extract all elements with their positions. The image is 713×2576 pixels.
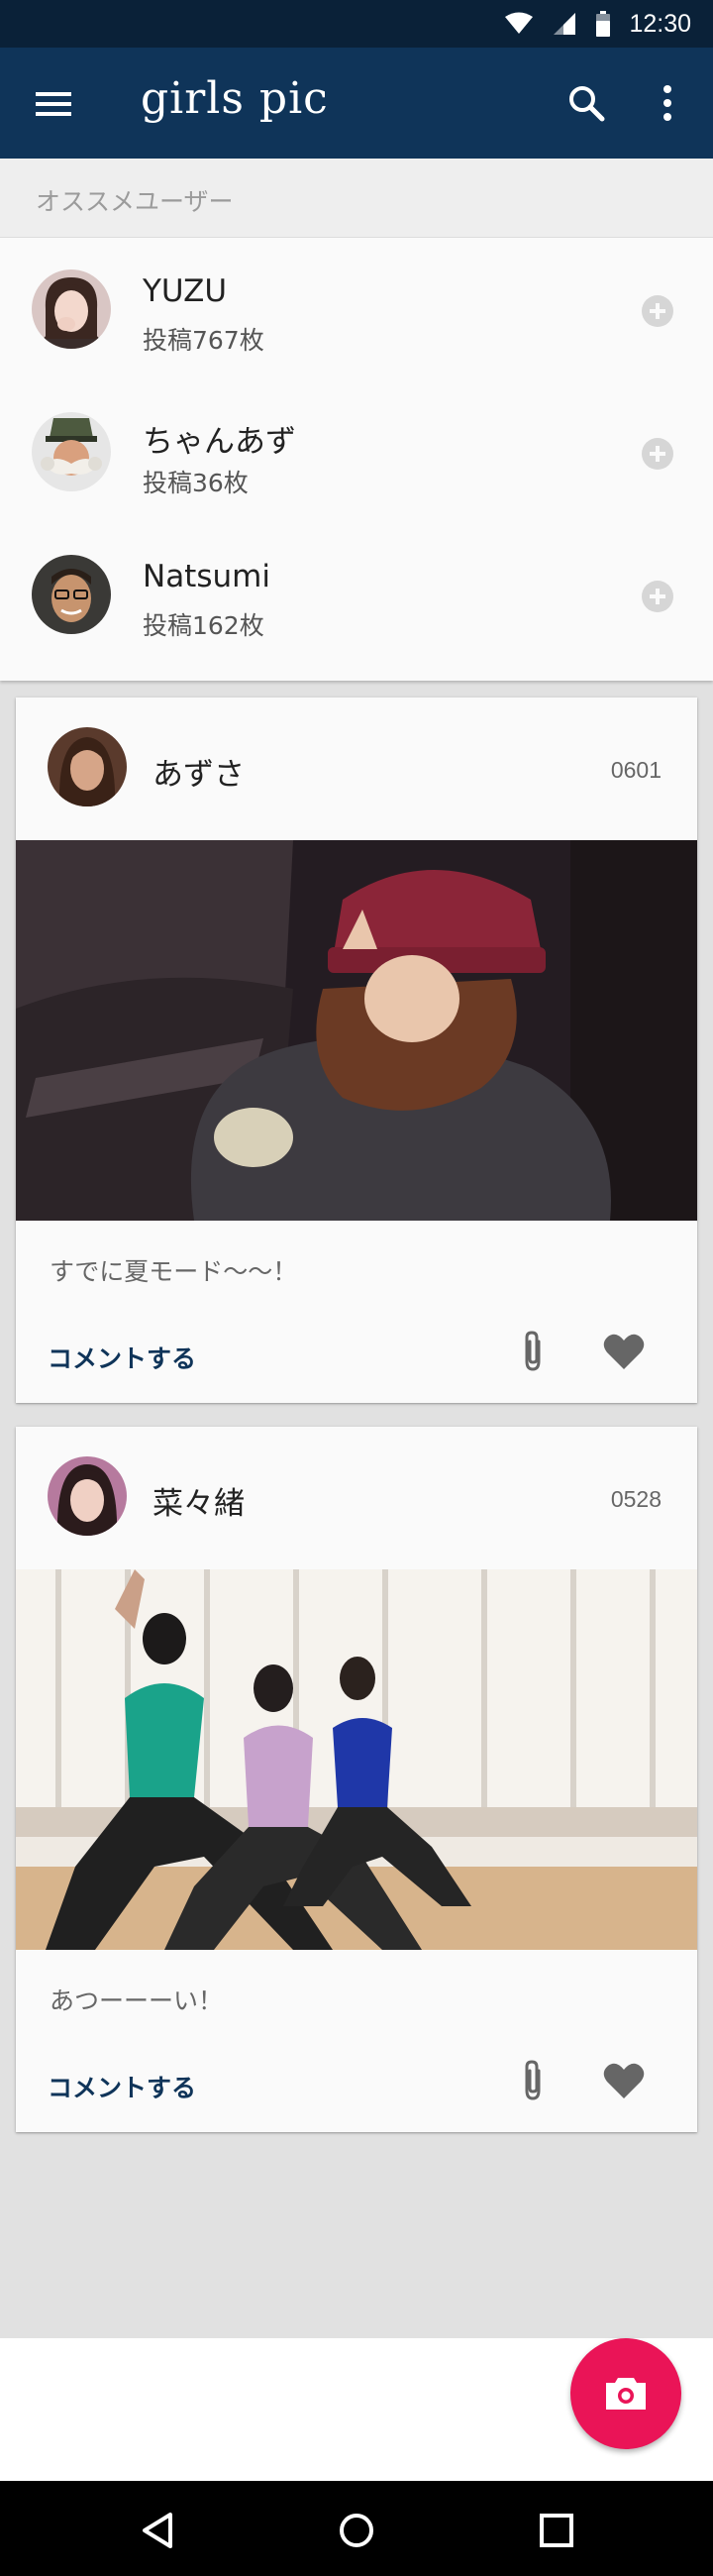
comment-link[interactable]: コメントする bbox=[48, 2069, 196, 2104]
heart-icon[interactable] bbox=[602, 1332, 646, 1371]
app-title: girls pic bbox=[141, 73, 329, 124]
post-card: あずさ 0601 すでに夏モード〜〜！ コメントする bbox=[16, 698, 697, 1403]
comment-link[interactable]: コメントする bbox=[48, 1340, 196, 1375]
attachment-icon[interactable] bbox=[515, 1328, 551, 1375]
recents-icon[interactable] bbox=[537, 2511, 576, 2550]
camera-icon bbox=[606, 2378, 646, 2410]
post-caption: すでに夏モード〜〜！ bbox=[50, 1257, 298, 1286]
battery-icon bbox=[596, 11, 611, 37]
recommended-user-yuzu[interactable]: YUZU 投稿767枚 bbox=[0, 238, 713, 380]
user-post-count: 投稿162枚 bbox=[143, 611, 264, 640]
back-icon[interactable] bbox=[139, 2511, 178, 2550]
post-date: 0528 bbox=[610, 1486, 662, 1512]
heart-icon[interactable] bbox=[602, 2061, 646, 2100]
user-name: Natsumi bbox=[143, 559, 270, 594]
search-icon[interactable] bbox=[562, 79, 610, 127]
recommended-user-list: YUZU 投稿767枚 ちゃんあず 投稿36枚 Natsumi 投稿162枚 bbox=[0, 238, 713, 681]
avatar bbox=[32, 412, 111, 491]
post-user-name[interactable]: 菜々緒 bbox=[153, 1478, 245, 1523]
add-circle-icon[interactable] bbox=[642, 295, 673, 327]
home-icon[interactable] bbox=[337, 2511, 376, 2550]
system-nav-bar bbox=[0, 2481, 713, 2576]
user-post-count: 投稿36枚 bbox=[143, 469, 249, 497]
menu-icon[interactable] bbox=[32, 84, 79, 124]
post-caption: あつーーーい！ bbox=[50, 1986, 224, 2015]
post-date: 0601 bbox=[610, 757, 662, 783]
add-circle-icon[interactable] bbox=[642, 438, 673, 470]
wifi-icon bbox=[505, 12, 534, 34]
avatar[interactable] bbox=[48, 727, 127, 806]
user-name: ちゃんあず bbox=[143, 424, 296, 460]
avatar bbox=[32, 555, 111, 634]
status-bar: 12:30 bbox=[0, 0, 713, 48]
attachment-icon[interactable] bbox=[515, 2057, 551, 2104]
post-photo[interactable] bbox=[16, 1569, 697, 1950]
camera-fab-button[interactable] bbox=[570, 2338, 681, 2449]
recommended-header: オススメユーザー bbox=[0, 159, 713, 238]
status-time: 12:30 bbox=[629, 9, 691, 38]
app-bar: girls pic bbox=[0, 48, 713, 159]
more-vert-icon[interactable] bbox=[654, 79, 681, 127]
post-card: 菜々緒 0528 あつーーーい！ コメントする bbox=[16, 1427, 697, 2132]
recommended-user-natsumi[interactable]: Natsumi 投稿162枚 bbox=[0, 523, 713, 666]
user-name: YUZU bbox=[143, 273, 228, 309]
post-user-name[interactable]: あずさ bbox=[153, 749, 245, 794]
avatar[interactable] bbox=[48, 1456, 127, 1536]
post-photo[interactable] bbox=[16, 840, 697, 1221]
signal-icon bbox=[554, 13, 576, 35]
add-circle-icon[interactable] bbox=[642, 581, 673, 612]
recommended-user-chanazu[interactable]: ちゃんあず 投稿36枚 bbox=[0, 380, 713, 523]
user-post-count: 投稿767枚 bbox=[143, 326, 264, 355]
avatar bbox=[32, 269, 111, 349]
